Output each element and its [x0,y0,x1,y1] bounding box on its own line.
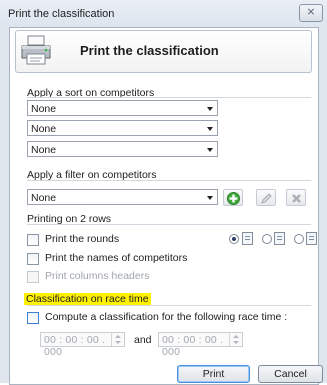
chevron-down-icon [207,148,213,152]
race-time-and-label: and [134,334,152,346]
add-filter-button[interactable] [223,189,243,206]
spin-arrows-icon[interactable] [229,333,242,346]
filter-combo[interactable]: None [27,189,218,205]
filter-divider [27,180,311,181]
spin-arrows-icon[interactable] [111,333,124,346]
print-button[interactable]: Print [177,365,250,383]
race-time-to-input[interactable]: 00 : 00 : 00 . 000 [158,332,243,358]
checkbox-box [27,271,39,283]
print-rounds-label: Print the rounds [45,233,120,245]
sort-combo-3[interactable]: None [27,141,218,157]
sort-combo-1-value: None [31,103,57,115]
window-title: Print the classification [8,8,115,20]
delete-icon [292,194,301,203]
print-headers-label: Print columns headers [45,270,150,282]
add-icon [227,192,240,205]
chevron-down-icon [207,107,213,111]
layout-radio-3[interactable] [294,234,304,244]
checkbox-box[interactable] [27,234,39,246]
sort-combo-3-value: None [31,144,57,156]
chevron-down-icon [207,196,213,200]
sort-divider [27,97,311,98]
compute-classification-label: Compute a classification for the followi… [45,311,288,323]
race-time-section-label: Classification on race time [24,293,151,305]
checkbox-box[interactable] [27,312,39,324]
close-button[interactable]: ⨯ [299,4,323,22]
header-title: Print the classification [80,43,219,58]
delete-filter-button[interactable] [286,189,306,206]
layout-radio-2[interactable] [262,234,272,244]
sort-combo-2-value: None [31,123,57,135]
cancel-button[interactable]: Cancel [258,365,323,383]
checkbox-box[interactable] [27,253,39,265]
print-classification-dialog: Print the classification ⨯ Print the cla… [0,0,327,385]
layout-icon [274,232,285,245]
edit-icon [261,193,272,204]
layout-radio-1[interactable] [229,234,239,244]
race-time-from-input[interactable]: 00 : 00 : 00 . 000 [40,332,125,358]
sort-combo-1[interactable]: None [27,100,218,116]
filter-combo-value: None [31,192,57,204]
layout-icon [242,232,253,245]
edit-filter-button[interactable] [256,189,276,206]
two-rows-divider [27,224,311,225]
chevron-down-icon [207,127,213,131]
title-bar[interactable]: Print the classification ⨯ [0,0,327,26]
print-names-label: Print the names of competitors [45,252,188,264]
printer-icon [21,35,51,65]
race-time-divider [27,305,311,306]
layout-icon [306,232,317,245]
sort-combo-2[interactable]: None [27,120,218,136]
